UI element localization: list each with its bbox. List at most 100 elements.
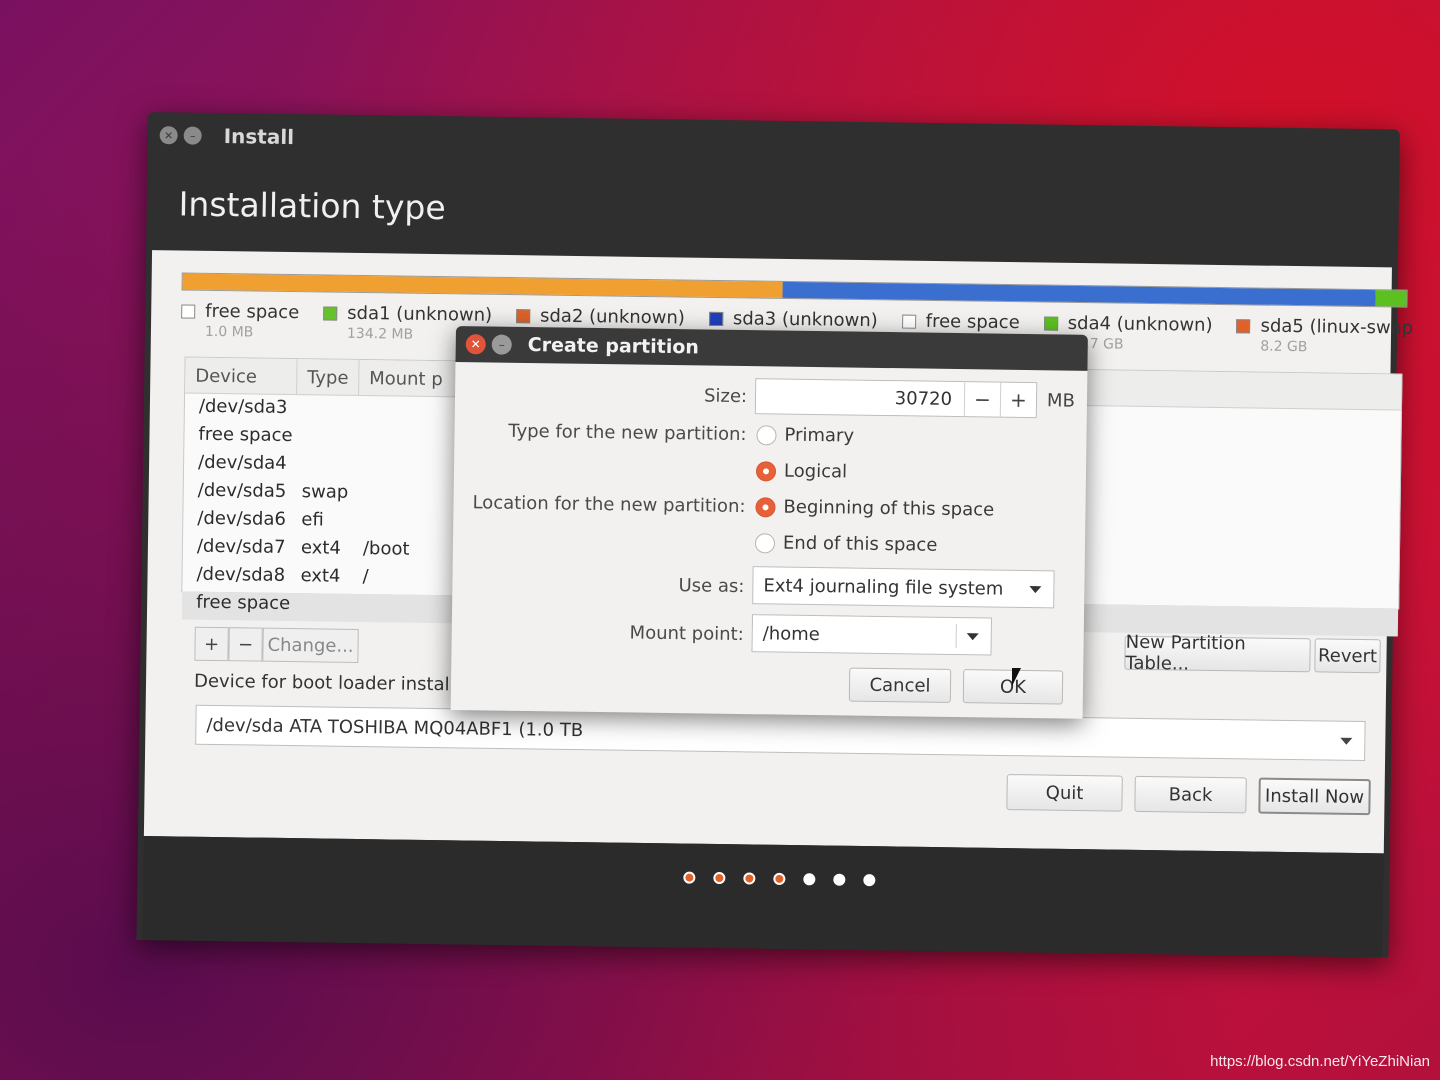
location-begin-radio[interactable]: Beginning of this space: [755, 496, 995, 521]
remove-partition-button[interactable]: −: [228, 627, 263, 662]
color-swatch-icon: [901, 314, 916, 329]
location-end-label: End of this space: [782, 532, 938, 556]
radio-unchecked-icon: [754, 532, 776, 553]
window-title: Install: [223, 124, 295, 150]
column-device[interactable]: Device: [185, 357, 298, 395]
cell-type: ext4: [300, 537, 341, 559]
create-partition-dialog: ✕ – Create partition Size: 30720 − + MB …: [450, 326, 1088, 719]
type-logical-radio[interactable]: Logical: [755, 460, 848, 483]
cell-device: /dev/sda7: [196, 535, 286, 558]
use-as-label: Use as:: [678, 575, 745, 598]
radio-checked-icon: [755, 496, 776, 517]
cell-type: ext4: [300, 565, 341, 587]
progress-dot: [713, 871, 726, 885]
color-swatch-icon: [1043, 316, 1058, 331]
progress-dot: [743, 872, 756, 885]
add-partition-button[interactable]: +: [194, 626, 229, 662]
bootloader-label: Device for boot loader instal: [193, 670, 450, 696]
legend-item: sda5 (linux-swap 8.2 GB: [1236, 315, 1413, 356]
mount-point-value[interactable]: /home: [763, 623, 820, 645]
partition-segment: [182, 273, 783, 298]
cell-type: [303, 397, 365, 426]
cell-device: free space: [196, 591, 291, 615]
size-unit: MB: [1046, 390, 1076, 412]
location-end-radio[interactable]: End of this space: [754, 532, 938, 556]
location-label: Location for the new partition:: [472, 492, 746, 518]
legend-label: sda4 (unknown): [1067, 312, 1213, 336]
legend-size: 38.7 GB: [1067, 335, 1124, 353]
cell-device: /dev/sda3: [198, 395, 288, 418]
cell-type: efi: [301, 509, 324, 531]
chevron-down-icon: [1340, 737, 1353, 745]
divider: [955, 624, 957, 649]
footer: [142, 836, 1384, 958]
color-swatch-icon: [181, 304, 196, 319]
use-as-value: Ext4 journaling file system: [763, 574, 1004, 600]
chevron-down-icon: [1029, 586, 1042, 594]
minimize-icon[interactable]: –: [491, 334, 512, 355]
cell-type: [300, 593, 362, 622]
close-icon[interactable]: ✕: [465, 334, 486, 355]
size-increase-button[interactable]: +: [999, 382, 1037, 418]
mouse-pointer-icon: [1012, 668, 1021, 686]
cell-device: free space: [198, 423, 293, 447]
bootloader-value: /dev/sda ATA TOSHIBA MQ04ABF1 (1.0 TB: [206, 714, 584, 741]
color-swatch-icon: [708, 311, 723, 327]
radio-unchecked-icon: [756, 424, 777, 445]
revert-button[interactable]: Revert: [1314, 638, 1381, 674]
back-button[interactable]: Back: [1134, 775, 1247, 814]
cell-device: /dev/sda5: [197, 479, 287, 502]
cell-device: /dev/sda8: [196, 563, 286, 586]
close-icon[interactable]: ✕: [159, 126, 178, 145]
size-decrease-button[interactable]: −: [963, 382, 1001, 417]
color-swatch-icon: [515, 309, 531, 324]
cell-device: /dev/sda6: [197, 507, 287, 530]
cell-type: [302, 425, 364, 454]
mount-point-combo[interactable]: /home: [751, 614, 992, 656]
chevron-down-icon: [966, 633, 979, 641]
progress-dot: [833, 873, 846, 886]
type-logical-label: Logical: [783, 460, 848, 483]
size-input[interactable]: 30720: [756, 386, 964, 410]
legend-item: free space 1.0 MB: [181, 300, 300, 341]
page-title: Installation type: [178, 184, 446, 228]
color-swatch-icon: [323, 306, 338, 321]
legend-label: sda3 (unknown): [732, 308, 878, 332]
legend-label: free space: [925, 310, 1020, 334]
color-swatch-icon: [1236, 319, 1251, 334]
legend-label: sda2 (unknown): [539, 305, 686, 329]
size-stepper[interactable]: 30720 − +: [754, 378, 1038, 419]
column-type[interactable]: Type: [296, 359, 360, 395]
new-partition-table-button[interactable]: New Partition Table...: [1124, 632, 1311, 675]
cancel-button[interactable]: Cancel: [848, 667, 952, 703]
progress-dot: [683, 871, 696, 884]
use-as-select[interactable]: Ext4 journaling file system: [752, 566, 1055, 609]
partition-segment: [1375, 290, 1407, 307]
progress-dots: [683, 871, 876, 887]
location-begin-label: Beginning of this space: [783, 496, 995, 521]
type-label: Type for the new partition:: [508, 420, 747, 446]
mount-point-label: Mount point:: [629, 622, 744, 646]
legend-size: 8.2 GB: [1260, 338, 1308, 356]
progress-dot: [773, 872, 786, 885]
legend-label: sda5 (linux-swap: [1260, 315, 1414, 339]
partition-segment: [782, 281, 1377, 307]
type-primary-radio[interactable]: Primary: [756, 424, 855, 447]
radio-checked-icon: [755, 460, 777, 481]
change-partition-button[interactable]: Change...: [262, 627, 359, 663]
quit-button[interactable]: Quit: [1006, 774, 1123, 812]
type-primary-label: Primary: [784, 424, 855, 447]
minimize-icon[interactable]: –: [183, 126, 202, 145]
legend-label: sda1 (unknown): [347, 302, 493, 326]
legend-size: 1.0 MB: [204, 323, 254, 341]
cell-type: [302, 453, 364, 482]
cell-type: swap: [301, 481, 349, 503]
watermark: https://blog.csdn.net/YiYeZhiNian: [1210, 1053, 1430, 1070]
dialog-title: Create partition: [527, 334, 700, 359]
install-now-button[interactable]: Install Now: [1258, 777, 1371, 816]
cell-device: /dev/sda4: [197, 451, 287, 474]
legend-label: free space: [205, 300, 300, 324]
cell-mount: /: [362, 566, 369, 588]
size-label: Size:: [703, 385, 748, 408]
dialog-titlebar: ✕ – Create partition: [455, 326, 1088, 371]
